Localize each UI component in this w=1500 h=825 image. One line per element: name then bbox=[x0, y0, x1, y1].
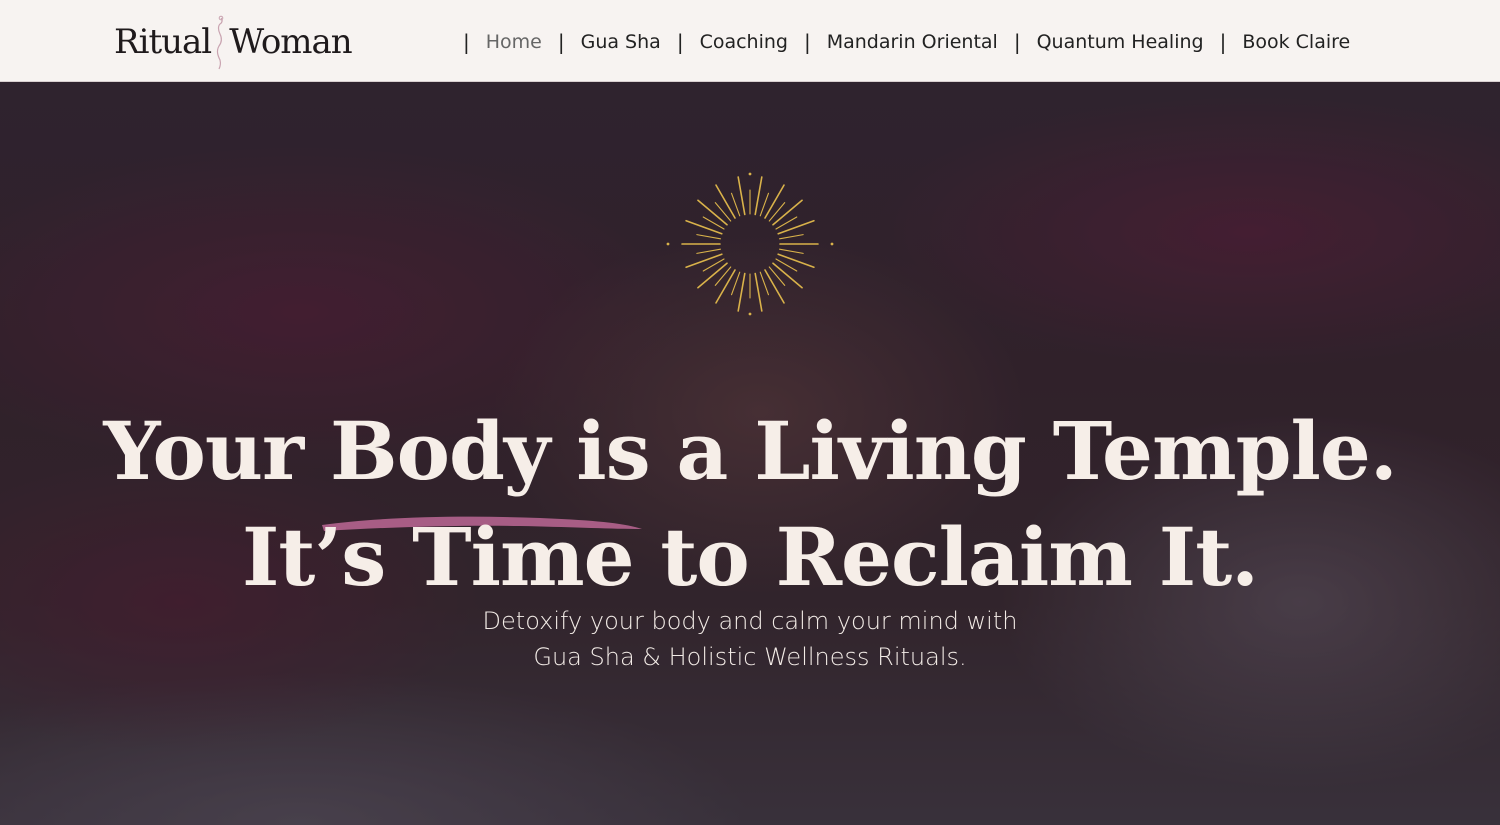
headline-line-1: Your Body is a Living Temple. bbox=[103, 403, 1397, 498]
nav-separator: | bbox=[1219, 30, 1227, 54]
nav-item-home[interactable]: Home bbox=[478, 31, 550, 53]
nav-separator: | bbox=[557, 30, 565, 54]
nav-item-mandarin-oriental[interactable]: Mandarin Oriental bbox=[819, 31, 1006, 53]
hero-section: Your Body is a Living Temple. It’s Time … bbox=[0, 82, 1500, 825]
logo-word-woman: Woman bbox=[229, 22, 353, 62]
nav-separator: | bbox=[803, 30, 811, 54]
nav-separator: | bbox=[1013, 30, 1021, 54]
nav-item-quantum-healing[interactable]: Quantum Healing bbox=[1029, 31, 1212, 53]
headline-line-2: It’s Time to Reclaim It. bbox=[241, 509, 1259, 604]
nav-separator: | bbox=[676, 30, 684, 54]
logo-word-ritual: Ritual bbox=[114, 22, 212, 62]
page: Ritual Woman | Home | Gua Sha | Coaching… bbox=[0, 0, 1500, 825]
woman-figure-icon bbox=[217, 15, 224, 70]
hero-subline: Detoxify your body and calm your mind wi… bbox=[0, 603, 1500, 675]
nav-item-book-claire[interactable]: Book Claire bbox=[1234, 31, 1358, 53]
site-logo[interactable]: Ritual Woman bbox=[114, 14, 353, 70]
hero-headline: Your Body is a Living Temple. It’s Time … bbox=[0, 398, 1500, 610]
subline-line-1: Detoxify your body and calm your mind wi… bbox=[482, 607, 1018, 635]
site-header: Ritual Woman | Home | Gua Sha | Coaching… bbox=[0, 0, 1500, 82]
sunburst-icon bbox=[666, 172, 834, 316]
nav-item-gua-sha[interactable]: Gua Sha bbox=[573, 31, 669, 53]
nav-separator: | bbox=[463, 30, 470, 54]
subline-line-2: Gua Sha & Holistic Wellness Rituals. bbox=[533, 643, 967, 671]
nav-item-coaching[interactable]: Coaching bbox=[692, 31, 796, 53]
main-nav: | Home | Gua Sha | Coaching | Mandarin O… bbox=[455, 22, 1358, 62]
